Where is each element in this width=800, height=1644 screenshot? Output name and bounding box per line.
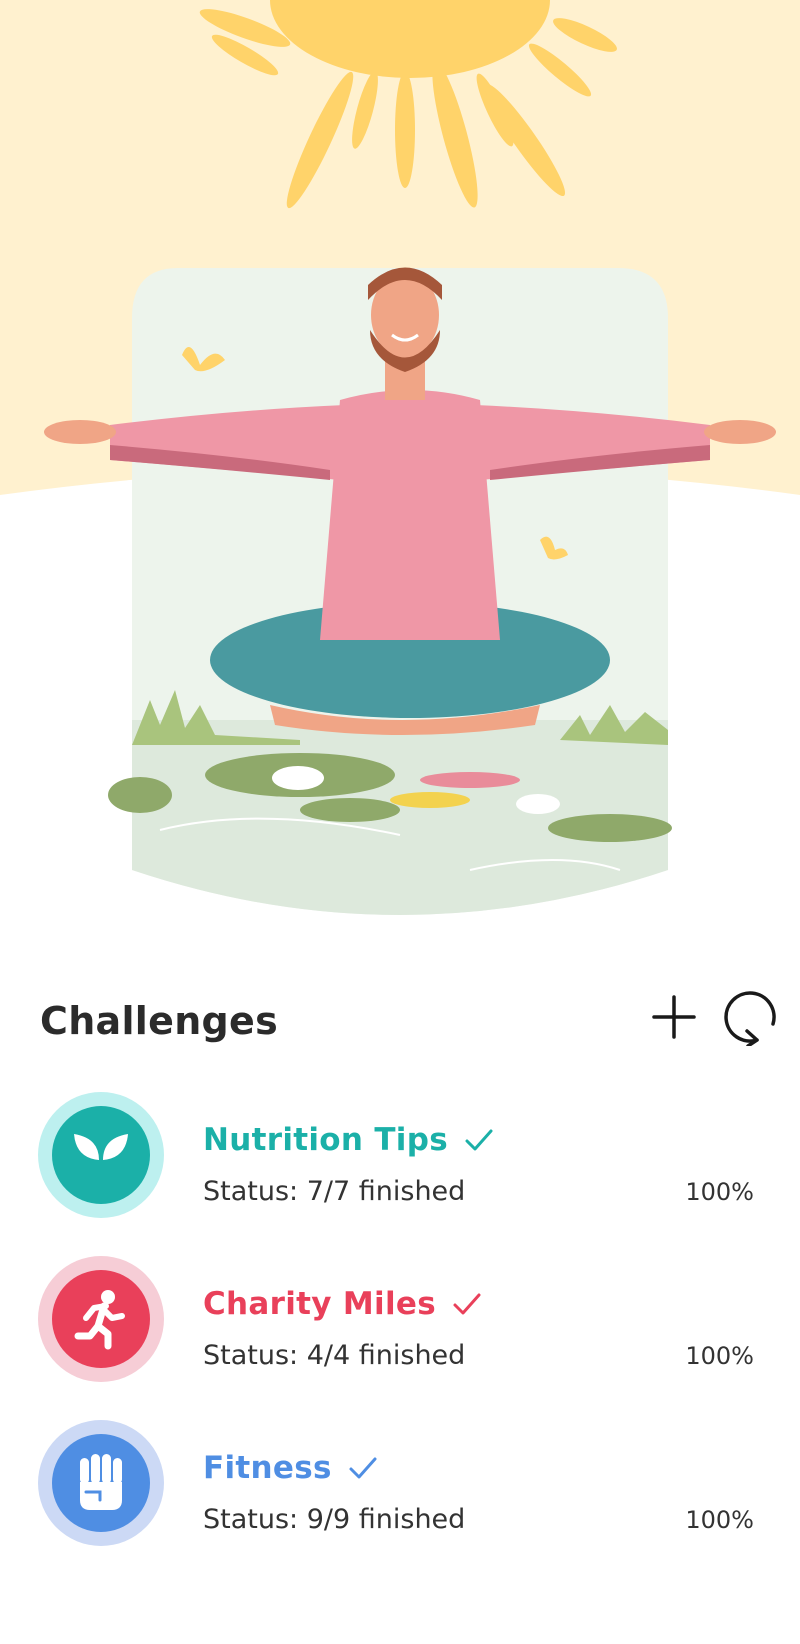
challenge-percent: 100% (685, 1178, 754, 1206)
challenge-row-fitness[interactable]: Fitness Status: 9/9 finished 100% (0, 1418, 800, 1582)
running-person-icon (74, 1290, 125, 1350)
sprout-icon (74, 1134, 128, 1182)
hero-illustration (0, 0, 800, 960)
checkmark-icon (464, 1127, 494, 1153)
challenge-title: Nutrition Tips (203, 1122, 448, 1158)
challenge-badge (38, 1420, 164, 1546)
checkmark-icon (348, 1455, 378, 1481)
section-title: Challenges (40, 999, 279, 1043)
challenge-status: Status: 4/4 finished (203, 1340, 466, 1371)
challenge-list: Nutrition Tips Status: 7/7 finished 100%… (0, 1090, 800, 1582)
plus-icon (652, 995, 696, 1039)
fist-icon (80, 1454, 122, 1510)
challenge-percent: 100% (685, 1506, 754, 1534)
challenge-badge (38, 1092, 164, 1218)
challenge-badge (38, 1256, 164, 1382)
refresh-icon (724, 991, 776, 1046)
checkmark-icon (452, 1291, 482, 1317)
challenge-status: Status: 9/9 finished (203, 1504, 466, 1535)
challenge-title: Charity Miles (203, 1286, 436, 1322)
challenge-title: Fitness (203, 1450, 332, 1486)
challenge-row-nutrition-tips[interactable]: Nutrition Tips Status: 7/7 finished 100% (0, 1090, 800, 1254)
challenges-header: Challenges (0, 985, 800, 1065)
challenge-percent: 100% (685, 1342, 754, 1370)
challenge-status: Status: 7/7 finished (203, 1176, 466, 1207)
challenge-row-charity-miles[interactable]: Charity Miles Status: 4/4 finished 100% (0, 1254, 800, 1418)
refresh-button[interactable] (718, 985, 782, 1049)
add-challenge-button[interactable] (642, 985, 706, 1049)
